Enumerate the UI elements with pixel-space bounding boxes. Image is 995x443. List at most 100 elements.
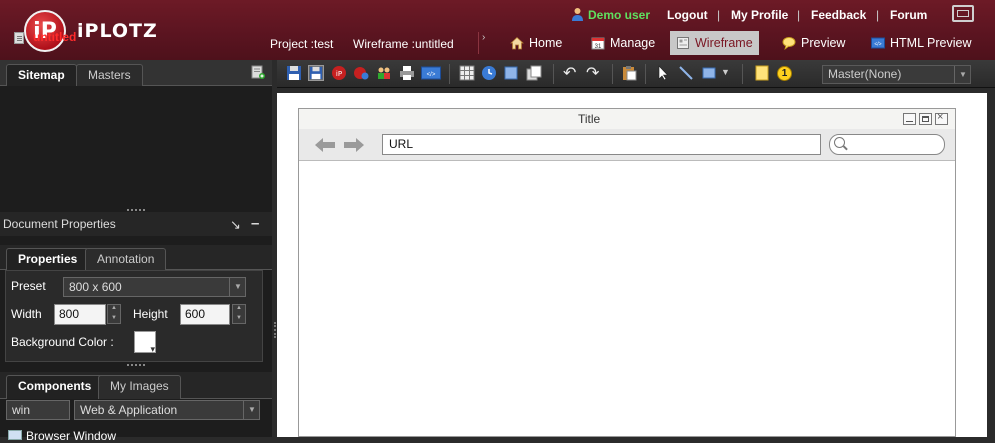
redo-icon[interactable]: ↷: [586, 63, 599, 83]
toolbar-separator: [612, 64, 613, 84]
component-category-value: Web & Application: [80, 403, 178, 417]
html-icon: </>: [871, 37, 885, 49]
tab-html-preview-label: HTML Preview: [890, 36, 972, 50]
chevron-down-icon[interactable]: [229, 278, 245, 296]
fullscreen-icon[interactable]: [952, 5, 974, 22]
add-page-icon[interactable]: [251, 65, 265, 79]
notification-count-badge[interactable]: 1: [777, 66, 792, 81]
chevron-down-icon[interactable]: ▼: [721, 67, 730, 77]
chevron-down-icon[interactable]: [243, 401, 259, 419]
page-icon: [14, 32, 24, 44]
save-as-icon[interactable]: [308, 65, 324, 81]
search-icon: [834, 137, 845, 148]
tab-home[interactable]: Home: [504, 31, 568, 55]
component-search-input[interactable]: win: [6, 400, 70, 420]
html-export-icon[interactable]: </>: [421, 65, 441, 81]
svg-text:iP: iP: [336, 70, 342, 78]
canvas-scrollbar[interactable]: [987, 93, 995, 437]
svg-text:31: 31: [595, 44, 602, 50]
minimize-icon: [903, 113, 916, 125]
select-area-icon[interactable]: [503, 65, 519, 81]
tab-wireframe[interactable]: Wireframe: [670, 31, 759, 55]
tab-components[interactable]: Components: [6, 375, 104, 399]
tab-html-preview[interactable]: </> HTML Preview: [865, 31, 978, 55]
sitemap-tabbar: Sitemap Masters: [0, 60, 272, 86]
components-tabbar: Components My Images: [0, 372, 272, 399]
browser-window-icon: [8, 430, 22, 440]
iplotz-export-icon[interactable]: iP: [331, 65, 347, 81]
nav-collapse-handle[interactable]: [478, 32, 493, 54]
calendar-icon: 31: [591, 37, 605, 50]
tab-masters[interactable]: Masters: [76, 64, 143, 86]
paste-icon[interactable]: [621, 65, 637, 81]
toolbar-separator: [645, 64, 646, 84]
print-icon[interactable]: [399, 65, 415, 81]
master-select-value: Master(None): [828, 67, 902, 81]
preset-value: 800 x 600: [69, 280, 122, 294]
tab-manage[interactable]: 31 Manage: [585, 31, 661, 55]
tab-wireframe-label: Wireframe: [695, 36, 753, 50]
back-arrow-icon: [315, 138, 335, 152]
height-stepper[interactable]: [232, 304, 246, 324]
save-icon[interactable]: [286, 65, 302, 81]
wireframe-label: Wireframe :untitled: [353, 37, 454, 51]
chevron-down-icon[interactable]: [954, 66, 970, 83]
logout-link[interactable]: Logout: [667, 8, 708, 22]
sitemap-page-untitled[interactable]: untitled: [33, 30, 76, 44]
forward-arrow-icon: [344, 138, 364, 152]
doc-props-title: Document Properties: [3, 217, 116, 231]
wireframe-icon: [677, 37, 689, 49]
browser-title: Title: [578, 112, 601, 126]
import-icon[interactable]: [353, 65, 369, 81]
toolbar-separator: [742, 64, 743, 84]
link-separator: |: [717, 8, 721, 22]
tab-annotation[interactable]: Annotation: [85, 248, 167, 270]
height-label: Height: [133, 307, 168, 321]
browser-titlebar: [299, 109, 955, 129]
toolbar-separator: [449, 64, 450, 84]
collapse-panel-button[interactable]: ↘: [230, 217, 241, 233]
my-profile-link[interactable]: My Profile: [731, 8, 788, 22]
tab-home-label: Home: [529, 36, 563, 50]
height-input[interactable]: 600: [180, 304, 230, 325]
pointer-icon[interactable]: [655, 65, 671, 81]
tab-sitemap[interactable]: Sitemap: [6, 64, 77, 86]
project-label: Project :test: [270, 37, 334, 51]
minimize-panel-button[interactable]: –: [251, 215, 259, 232]
component-item[interactable]: Browser Window: [26, 429, 116, 443]
forum-link[interactable]: Forum: [890, 8, 927, 22]
line-tool-icon[interactable]: [678, 65, 694, 81]
url-field: URL: [382, 134, 821, 155]
feedback-link[interactable]: Feedback: [811, 8, 866, 22]
width-stepper[interactable]: [107, 304, 121, 324]
preset-label: Preset: [11, 279, 46, 293]
link-separator: |: [797, 8, 801, 22]
maximize-icon: [919, 113, 932, 125]
props-tabbar: Properties Annotation: [0, 245, 272, 270]
browser-search-field: [829, 134, 945, 155]
user-name[interactable]: Demo user: [588, 8, 650, 22]
resize-grip[interactable]: [127, 209, 145, 211]
undo-icon[interactable]: ↶: [563, 63, 576, 83]
resize-grip[interactable]: [127, 364, 145, 366]
preset-select[interactable]: 800 x 600: [63, 277, 246, 297]
width-input[interactable]: 800: [54, 304, 106, 325]
svg-text:</>: </>: [874, 42, 881, 48]
share-users-icon[interactable]: [376, 65, 392, 81]
copy-style-icon[interactable]: [526, 65, 542, 81]
grid-icon[interactable]: [459, 65, 475, 81]
logo-text[interactable]: iPLOTZ: [77, 20, 158, 42]
component-category-select[interactable]: Web & Application: [74, 400, 260, 420]
tab-my-images[interactable]: My Images: [98, 375, 181, 399]
note-icon[interactable]: [754, 65, 770, 81]
background-color-picker[interactable]: [134, 331, 156, 355]
tab-properties[interactable]: Properties: [6, 248, 90, 270]
master-select[interactable]: Master(None): [822, 65, 971, 84]
home-icon: [510, 36, 524, 50]
user-icon: [572, 8, 583, 21]
shape-tool-icon[interactable]: [701, 65, 717, 81]
tab-preview[interactable]: Preview: [776, 31, 851, 55]
clock-icon[interactable]: [481, 65, 497, 81]
tab-preview-label: Preview: [801, 36, 846, 50]
toolbar-separator: [553, 64, 554, 84]
